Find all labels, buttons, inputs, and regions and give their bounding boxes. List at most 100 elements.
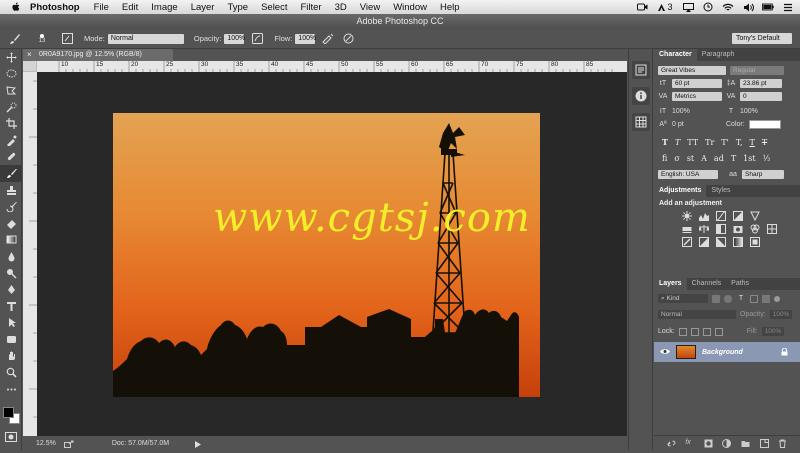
filter-adjustment-icon[interactable] (724, 294, 732, 303)
pressure-opacity-icon[interactable] (250, 32, 264, 46)
black-white-icon[interactable] (716, 224, 726, 234)
brush-tool-preset-icon[interactable] (8, 32, 22, 46)
tab-paths[interactable]: Paths (726, 278, 754, 290)
tab-paragraph[interactable]: Paragraph (697, 49, 740, 61)
history-panel-icon[interactable] (631, 61, 650, 79)
pen-tool-icon[interactable] (0, 281, 22, 298)
layer-row-background[interactable]: Background (654, 342, 800, 362)
photo-filter-icon[interactable] (733, 224, 743, 234)
blur-tool-icon[interactable] (0, 248, 22, 265)
channel-mixer-icon[interactable] (750, 224, 760, 234)
move-tool-icon[interactable] (0, 49, 22, 66)
brush-panel-toggle-icon[interactable] (60, 32, 74, 46)
status-menu-arrow-icon[interactable] (195, 440, 202, 448)
new-layer-icon[interactable] (759, 438, 769, 448)
delete-layer-icon[interactable] (778, 439, 787, 448)
document-tab[interactable]: × 0R0A9170.jpg @ 12.5% (RGB/8) (23, 49, 173, 61)
underline-button[interactable]: T (750, 138, 755, 147)
fill-input[interactable]: 100% (761, 327, 785, 336)
curves-icon[interactable] (716, 211, 726, 221)
vibrance-icon[interactable] (750, 211, 760, 221)
strikethrough-button[interactable]: T (762, 138, 767, 147)
wifi-icon[interactable] (722, 3, 734, 12)
workspace-switcher[interactable]: Tony's Default (732, 33, 792, 44)
faux-italic-button[interactable]: T (675, 138, 680, 147)
lasso-tool-icon[interactable] (0, 82, 22, 99)
old-style-button[interactable]: σ (674, 154, 679, 163)
link-layers-icon[interactable] (667, 439, 676, 448)
selective-color-icon[interactable] (750, 237, 760, 247)
lock-position-icon[interactable] (702, 327, 711, 336)
color-swatches[interactable] (3, 407, 21, 425)
threshold-icon[interactable] (716, 237, 726, 247)
fractions-button[interactable]: ½ (763, 154, 771, 163)
tab-styles[interactable]: Styles (706, 185, 735, 197)
contextual-alternates-button[interactable]: T (731, 154, 736, 163)
quick-mask-icon[interactable] (5, 432, 17, 442)
menu-edit[interactable]: Edit (122, 2, 138, 13)
opacity-input[interactable]: 100% (224, 33, 245, 44)
vertical-ruler[interactable] (23, 61, 37, 436)
titling-alternates-button[interactable]: A (701, 154, 707, 163)
battery-icon[interactable] (762, 3, 774, 12)
info-panel-icon[interactable] (631, 87, 650, 105)
tab-channels[interactable]: Channels (687, 278, 727, 290)
lock-pixels-icon[interactable] (690, 327, 699, 336)
ligatures-button[interactable]: fi (662, 154, 667, 163)
brightness-contrast-icon[interactable] (682, 211, 692, 221)
all-caps-button[interactable]: TT (687, 138, 698, 147)
gradient-tool-icon[interactable] (0, 232, 22, 249)
swatches-panel-icon[interactable] (631, 113, 650, 131)
ruler-origin[interactable] (23, 61, 37, 72)
filter-smartobject-icon[interactable] (762, 294, 770, 303)
filter-shape-icon[interactable] (750, 294, 758, 303)
crop-tool-icon[interactable] (0, 115, 22, 132)
zoom-level[interactable]: 12.5% (36, 437, 56, 450)
time-machine-icon[interactable] (702, 2, 714, 12)
font-style-select[interactable]: Regular (730, 66, 784, 75)
notification-list-icon[interactable] (782, 3, 794, 12)
hue-saturation-icon[interactable] (682, 224, 692, 234)
tab-character[interactable]: Character (654, 49, 697, 61)
rectangle-tool-icon[interactable] (0, 331, 22, 348)
new-adjustment-layer-icon[interactable] (722, 438, 732, 448)
layer-filter-select[interactable]: ⌕ Kind (658, 294, 708, 303)
subscript-button[interactable]: T, (736, 138, 743, 147)
layer-name[interactable]: Background (702, 349, 743, 356)
levels-icon[interactable] (699, 211, 709, 221)
kerning-select[interactable]: Metrics (672, 92, 722, 101)
quick-selection-tool-icon[interactable] (0, 99, 22, 116)
menu-file[interactable]: File (94, 2, 109, 13)
blend-mode-select[interactable]: Normal (658, 310, 736, 319)
menu-3d[interactable]: 3D (335, 2, 347, 13)
vertical-scale-input[interactable]: 100% (672, 108, 722, 115)
font-size-input[interactable]: 60 pt (672, 79, 722, 88)
menu-image[interactable]: Image (151, 2, 177, 13)
baseline-shift-input[interactable]: 0 pt (672, 121, 722, 128)
apple-icon[interactable] (10, 1, 22, 13)
dodge-tool-icon[interactable] (0, 265, 22, 282)
language-select[interactable]: English: USA (658, 170, 718, 179)
menu-window[interactable]: Window (393, 2, 427, 13)
layer-style-icon[interactable]: fx (685, 439, 694, 448)
foreground-color-swatch[interactable] (3, 407, 14, 418)
ordinals-button[interactable]: 1st (743, 154, 755, 163)
layer-mask-icon[interactable] (704, 439, 713, 448)
airplay-icon[interactable] (682, 2, 694, 12)
video-icon[interactable] (636, 3, 648, 12)
lock-all-icon[interactable] (714, 327, 723, 336)
small-caps-button[interactable]: Tr (705, 138, 714, 147)
marquee-tool-icon[interactable] (0, 66, 22, 83)
flow-input[interactable]: 100% (295, 33, 316, 44)
horizontal-scale-input[interactable]: 100% (740, 108, 782, 115)
airbrush-icon[interactable] (321, 32, 335, 46)
path-selection-tool-icon[interactable] (0, 315, 22, 332)
antialias-select[interactable]: Sharp (742, 170, 784, 179)
eyedropper-tool-icon[interactable] (0, 132, 22, 149)
text-color-swatch[interactable] (748, 120, 781, 129)
pressure-size-icon[interactable] (341, 32, 355, 46)
type-tool-icon[interactable] (0, 298, 22, 315)
hand-tool-icon[interactable] (0, 348, 22, 365)
brush-tool-icon[interactable] (0, 165, 22, 182)
color-lookup-icon[interactable] (767, 224, 777, 234)
